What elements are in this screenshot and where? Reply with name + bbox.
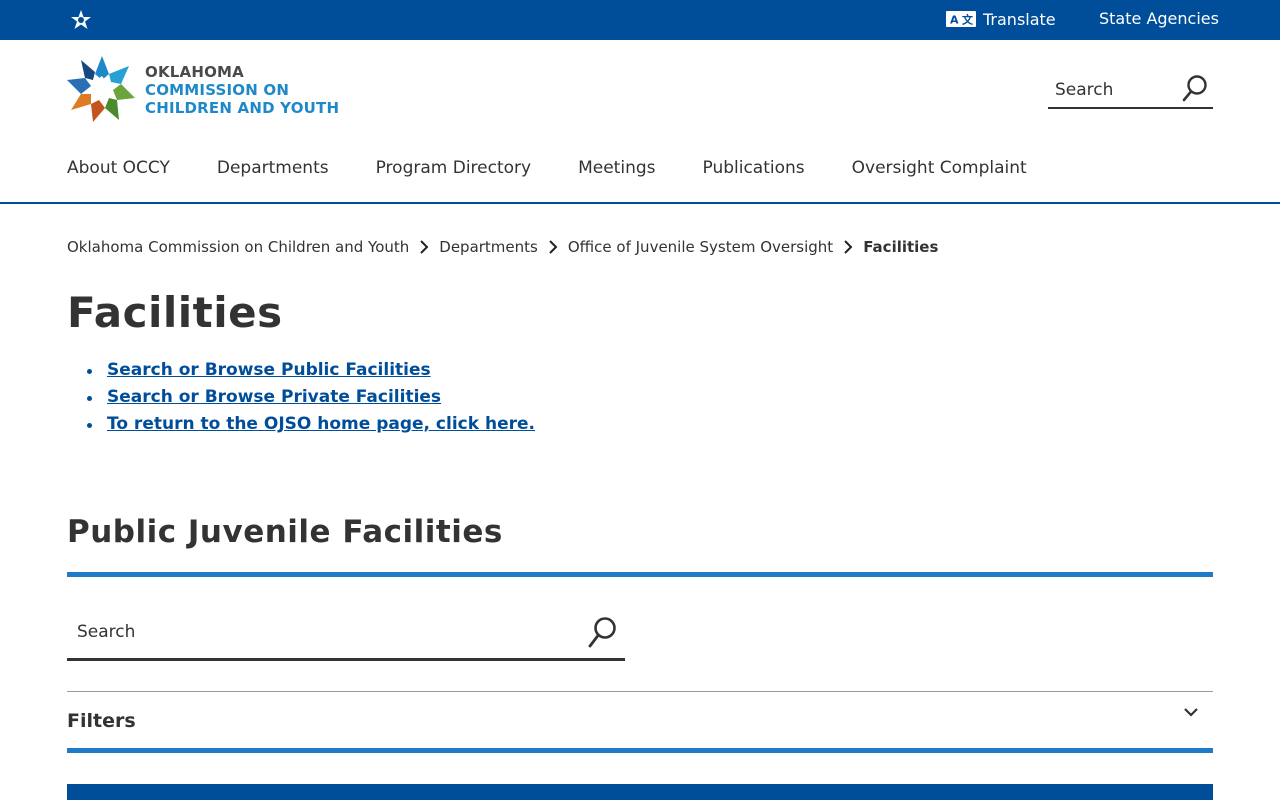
main-nav: About OCCY Departments Program Directory… (0, 150, 1280, 204)
header-search (1048, 72, 1213, 109)
header-search-input[interactable] (1048, 76, 1173, 104)
filters-label: Filters (67, 710, 136, 732)
utility-bar: A 文 Translate State Agencies (0, 0, 1280, 40)
translate-label: Translate (983, 9, 1056, 29)
nav-item-program-directory[interactable]: Program Directory (376, 158, 531, 178)
bullet-icon (87, 369, 92, 374)
oklahoma-star-icon[interactable] (70, 9, 92, 31)
nav-item-oversight-complaint[interactable]: Oversight Complaint (852, 158, 1027, 178)
occy-star-logo-icon (67, 56, 135, 122)
filters-toggle[interactable]: Filters (67, 691, 1213, 753)
search-icon[interactable] (1181, 74, 1209, 104)
facility-links-list: Search or Browse Public Facilities Searc… (87, 360, 535, 441)
svg-text:A: A (950, 14, 959, 27)
breadcrumb-current: Facilities (863, 238, 939, 256)
bullet-icon (87, 396, 92, 401)
logo-line-2: COMMISSION ON (145, 81, 290, 99)
chevron-right-icon (844, 240, 853, 254)
logo-line-3: CHILDREN AND YOUTH (145, 99, 340, 117)
bullet-icon (87, 423, 92, 428)
breadcrumb-item-ojso[interactable]: Office of Juvenile System Oversight (568, 238, 833, 256)
breadcrumb-item-departments[interactable]: Departments (439, 238, 538, 256)
svg-text:文: 文 (962, 13, 974, 27)
chevron-right-icon (420, 240, 429, 254)
facility-search-input[interactable] (67, 616, 567, 648)
list-item: Search or Browse Private Facilities (87, 387, 535, 414)
page-title: Facilities (67, 288, 283, 337)
list-item: To return to the OJSO home page, click h… (87, 414, 535, 441)
nav-item-about-occy[interactable]: About OCCY (67, 158, 170, 178)
nav-item-meetings[interactable]: Meetings (578, 158, 655, 178)
section-title: Public Juvenile Facilities (67, 514, 503, 550)
nav-item-departments[interactable]: Departments (217, 158, 329, 178)
private-facilities-link[interactable]: Search or Browse Private Facilities (107, 387, 441, 407)
breadcrumb-item-occy[interactable]: Oklahoma Commission on Children and Yout… (67, 238, 409, 256)
breadcrumb: Oklahoma Commission on Children and Yout… (67, 236, 938, 258)
translate-button[interactable]: A 文 Translate (946, 8, 1056, 30)
chevron-down-icon (1184, 708, 1198, 717)
site-logo[interactable]: OKLAHOMA COMMISSION ON CHILDREN AND YOUT… (67, 54, 347, 124)
list-item: Search or Browse Public Facilities (87, 360, 535, 387)
nav-item-publications[interactable]: Publications (703, 158, 805, 178)
state-agencies-link[interactable]: State Agencies (1099, 8, 1219, 30)
logo-line-1: OKLAHOMA (145, 63, 244, 81)
section-divider (67, 572, 1213, 577)
public-facilities-link[interactable]: Search or Browse Public Facilities (107, 360, 431, 380)
chevron-right-icon (549, 240, 558, 254)
facility-search (67, 610, 625, 661)
ojso-home-link[interactable]: To return to the OJSO home page, click h… (107, 414, 535, 434)
results-header-bar (67, 784, 1213, 800)
search-icon[interactable] (587, 616, 617, 650)
translate-icon: A 文 (946, 11, 976, 27)
